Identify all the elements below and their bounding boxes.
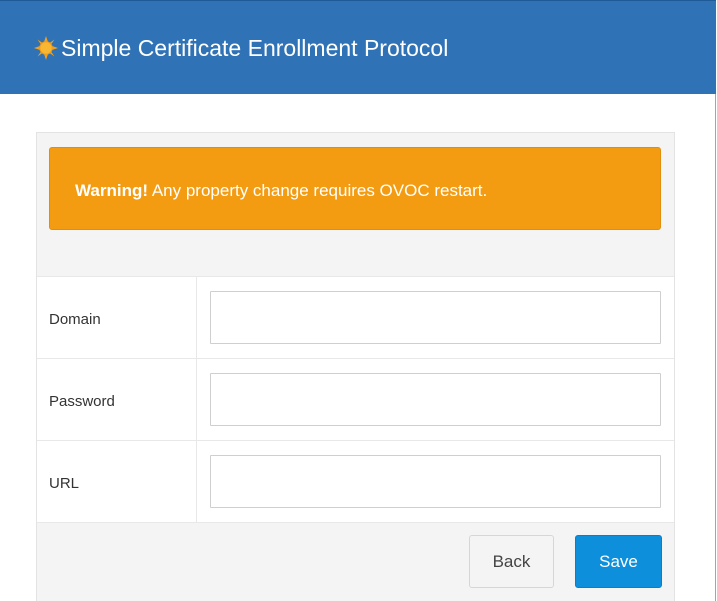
- url-label: URL: [49, 475, 80, 492]
- password-label: Password: [49, 393, 115, 410]
- back-button[interactable]: Back: [469, 535, 554, 588]
- warning-strong: Warning!: [75, 181, 149, 200]
- domain-label: Domain: [49, 311, 101, 328]
- warning-message: Warning! Any property change requires OV…: [75, 181, 487, 201]
- dialog-header: Simple Certificate Enrollment Protocol: [0, 0, 716, 94]
- row-divider: [196, 277, 197, 358]
- row-divider: [196, 441, 197, 522]
- password-input[interactable]: [210, 373, 661, 426]
- dialog-title: Simple Certificate Enrollment Protocol: [61, 35, 449, 61]
- domain-input[interactable]: [210, 291, 661, 344]
- warning-text: Any property change requires OVOC restar…: [148, 181, 488, 200]
- form-row-url: URL: [37, 441, 674, 523]
- form-row-password: Password: [37, 359, 674, 441]
- warning-alert: Warning! Any property change requires OV…: [49, 147, 661, 230]
- form-table: Domain Password URL: [37, 276, 674, 523]
- form-row-domain: Domain: [37, 277, 674, 359]
- sun-icon: [34, 36, 58, 60]
- save-button[interactable]: Save: [575, 535, 662, 588]
- row-divider: [196, 359, 197, 440]
- url-input[interactable]: [210, 455, 661, 508]
